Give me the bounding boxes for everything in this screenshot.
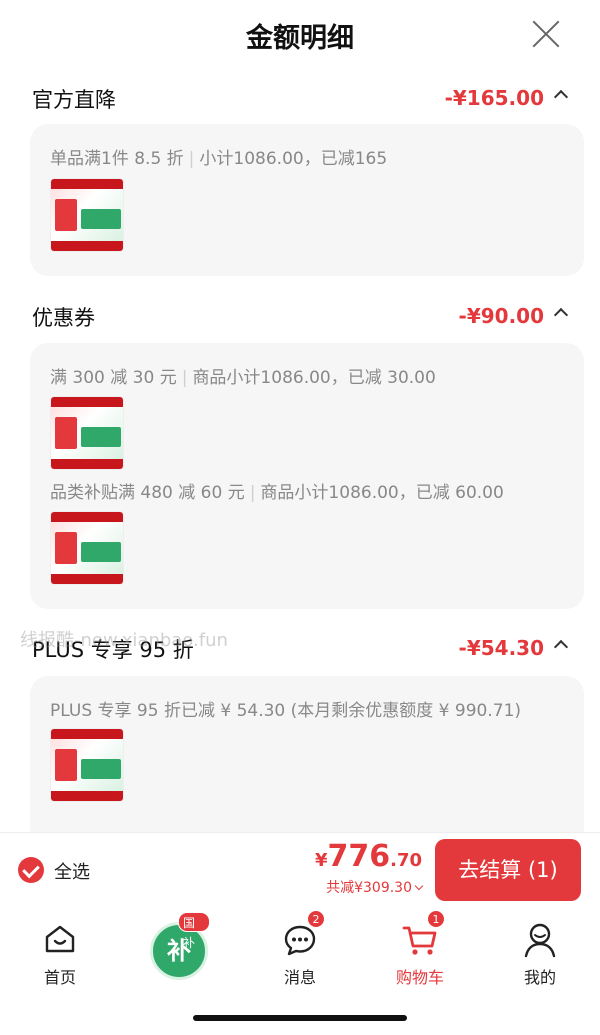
chevron-down-icon [414,881,424,891]
total-decimal: .70 [390,850,422,871]
cart-badge: 1 [427,910,445,928]
sheet-header: 金额明细 [0,0,600,70]
home-indicator [193,1015,407,1021]
watermark: 线报酷-new.xianbao.fun [20,630,228,651]
section-amount: -¥54.30 [458,636,544,660]
section-plus-card: PLUS 专享 95 折已减 ¥ 54.30 (本月剩余优惠额度 ¥ 990.7… [30,676,584,832]
section-coupon-header[interactable]: 优惠券 -¥90.00 [32,296,572,336]
discount-detail-line: 单品满1件 8.5 折 | 小计1086.00，已减165 [50,149,388,169]
home-icon [45,925,75,953]
discount-rule: 满 300 减 30 元 [50,368,177,388]
close-icon[interactable] [530,18,562,50]
discount-list[interactable]: 官方直降 -¥165.00 单品满1件 8.5 折 | 小计1086.00，已减16… [14,72,588,832]
tab-me[interactable]: 我的 [500,916,580,987]
discount-rule: 品类补贴满 480 减 60 元 [50,483,245,503]
tab-label: 消息 [283,968,316,987]
tab-label: 我的 [523,968,556,987]
subsidy-char: 补 [167,937,191,965]
section-official-card: 单品满1件 8.5 折 | 小计1086.00，已减165 [30,124,584,276]
discount-rule: 单品满1件 8.5 折 [50,149,184,169]
select-all-checkbox[interactable] [18,857,44,883]
product-thumbnail [50,178,124,252]
discount-summary: 商品小计1086.00，已减 60.00 [260,483,504,503]
tab-label: 首页 [43,968,76,987]
total-integer: 776 [327,839,391,874]
section-coupon-card: 满 300 减 30 元 | 商品小计1086.00，已减 30.00 品类补贴满 … [30,343,584,609]
chevron-up-icon [553,639,569,655]
sheet-title: 金额明细 [246,23,354,54]
subsidy-tag: 国补 [178,912,210,950]
section-amount: -¥165.00 [444,86,544,110]
chevron-up-icon [553,89,569,105]
checkout-button[interactable]: 去结算 (1) [435,839,581,901]
amount-detail-sheet: 金额明细 官方直降 -¥165.00 单品满1件 8.5 折 | 小计1086.00… [0,0,600,832]
product-thumbnail [50,728,124,802]
discount-detail-line: 品类补贴满 480 减 60 元 | 商品小计1086.00，已减 60.00 [50,483,504,503]
discount-detail-line: 满 300 减 30 元 | 商品小计1086.00，已减 30.00 [50,368,436,388]
discount-detail-line: PLUS 专享 95 折已减 ¥ 54.30 (本月剩余优惠额度 ¥ 990.7… [50,701,522,721]
tab-label: 购物车 [395,968,444,987]
discount-summary: 小计1086.00，已减165 [199,149,388,169]
currency-symbol: ¥ [314,850,328,871]
cart-icon [402,926,437,955]
tab-messages[interactable]: 2 消息 [260,910,340,987]
total-price: ¥776.70 [315,839,422,874]
tab-home[interactable]: 首页 [20,916,100,987]
section-name: 优惠券 [32,306,95,330]
tab-cart[interactable]: 1 购物车 [380,910,460,987]
message-badge: 2 [307,910,325,928]
total-discount-text: 共减¥309.30 [326,880,412,896]
section-name: 官方直降 [32,88,116,112]
checkout-bar: 全选 ¥776.70 共减¥309.30 去结算 (1) [0,832,600,906]
discount-summary: 商品小计1086.00，已减 30.00 [192,368,436,388]
select-all-label[interactable]: 全选 [54,858,90,884]
user-icon [524,923,556,958]
message-icon [284,925,316,956]
section-official-header[interactable]: 官方直降 -¥165.00 [32,78,572,118]
chevron-up-icon [553,307,569,323]
section-amount: -¥90.00 [458,304,544,328]
total-discount-toggle[interactable]: 共减¥309.30 [326,877,424,897]
tab-subsidy[interactable]: 补 国补 [150,912,210,980]
product-thumbnail [50,396,124,470]
product-thumbnail [50,511,124,585]
